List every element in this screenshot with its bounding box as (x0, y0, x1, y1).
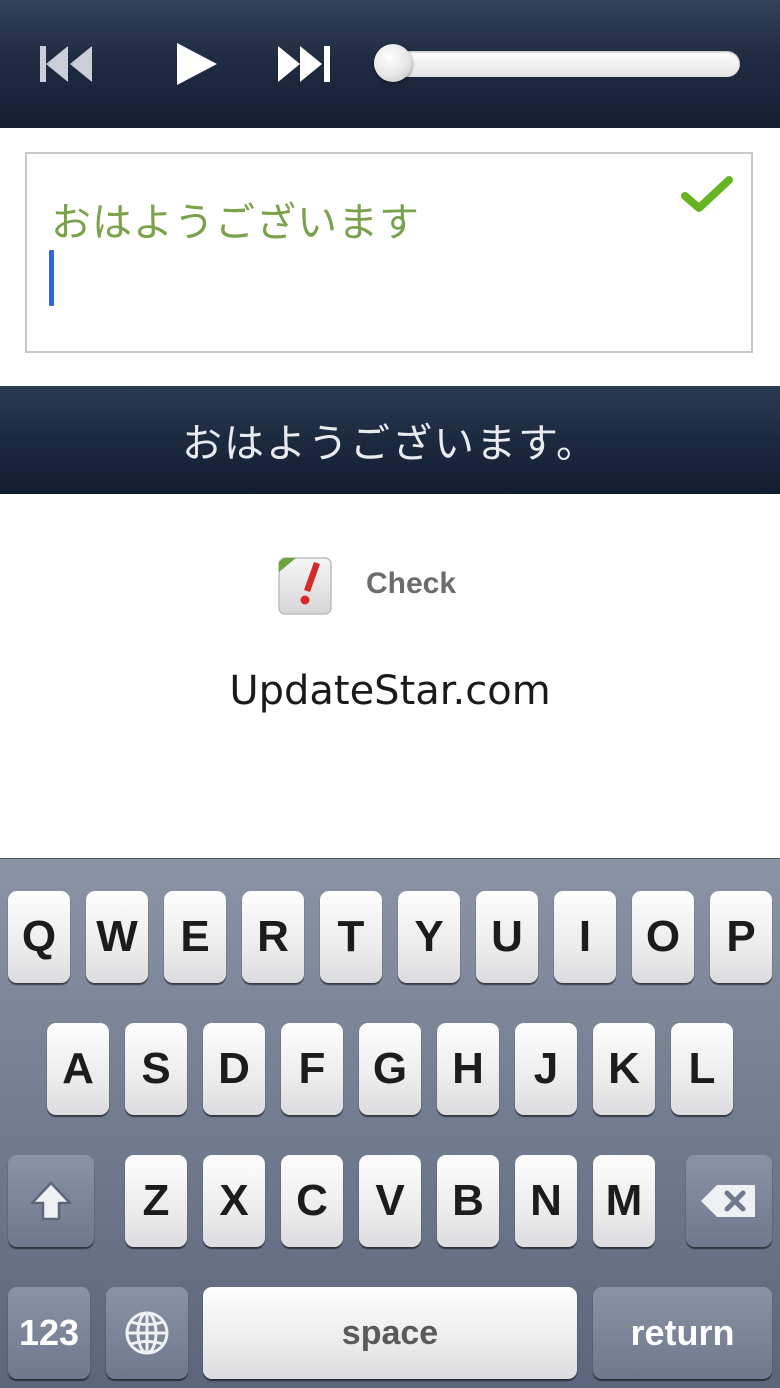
key-t[interactable]: T (320, 891, 382, 983)
globe-icon (125, 1311, 169, 1355)
key-j[interactable]: J (515, 1023, 577, 1115)
answer-text: おはようございます (51, 200, 420, 246)
skip-back-button[interactable] (36, 38, 96, 90)
skip-forward-button[interactable] (274, 38, 334, 90)
delete-key[interactable] (686, 1155, 772, 1247)
checkmark-icon (681, 176, 733, 212)
key-o[interactable]: O (632, 891, 694, 983)
check-label: Check (366, 567, 457, 600)
skip-forward-icon (278, 46, 330, 82)
progress-slider[interactable] (374, 51, 740, 77)
key-i[interactable]: I (554, 891, 616, 983)
key-w[interactable]: W (86, 891, 148, 983)
skip-back-icon (40, 46, 92, 82)
key-x[interactable]: X (203, 1155, 265, 1247)
key-c[interactable]: C (281, 1155, 343, 1247)
key-y[interactable]: Y (398, 891, 460, 983)
key-l[interactable]: L (671, 1023, 733, 1115)
numbers-key[interactable]: 123 (8, 1287, 90, 1379)
key-p[interactable]: P (710, 891, 772, 983)
play-button[interactable] (164, 38, 224, 90)
media-control-bar (0, 0, 780, 128)
return-key[interactable]: return (593, 1287, 772, 1379)
key-f[interactable]: F (281, 1023, 343, 1115)
key-v[interactable]: V (359, 1155, 421, 1247)
space-key[interactable]: space (203, 1287, 577, 1379)
key-q[interactable]: Q (8, 891, 70, 983)
progress-slider-knob[interactable] (374, 44, 412, 82)
key-n[interactable]: N (515, 1155, 577, 1247)
key-r[interactable]: R (242, 891, 304, 983)
shift-icon (30, 1181, 72, 1221)
reference-bar: おはようございます。 (0, 386, 780, 494)
answer-input[interactable]: おはようございます (25, 152, 753, 353)
on-screen-keyboard: Q W E R T Y U I O P A S D F G H J K L Z … (0, 858, 780, 1388)
key-u[interactable]: U (476, 891, 538, 983)
key-d[interactable]: D (203, 1023, 265, 1115)
text-cursor (49, 250, 54, 306)
key-k[interactable]: K (593, 1023, 655, 1115)
check-warning-icon (278, 557, 332, 615)
key-h[interactable]: H (437, 1023, 499, 1115)
globe-key[interactable] (106, 1287, 188, 1379)
reference-sentence: おはようございます。 (182, 421, 598, 467)
play-icon (177, 43, 217, 85)
delete-icon (701, 1185, 755, 1217)
shift-key[interactable] (8, 1155, 94, 1247)
key-e[interactable]: E (164, 891, 226, 983)
key-m[interactable]: M (593, 1155, 655, 1247)
check-button[interactable]: Check (276, 552, 456, 616)
key-g[interactable]: G (359, 1023, 421, 1115)
key-s[interactable]: S (125, 1023, 187, 1115)
watermark-text: UpdateStar.com (229, 668, 551, 714)
key-a[interactable]: A (47, 1023, 109, 1115)
key-z[interactable]: Z (125, 1155, 187, 1247)
key-b[interactable]: B (437, 1155, 499, 1247)
